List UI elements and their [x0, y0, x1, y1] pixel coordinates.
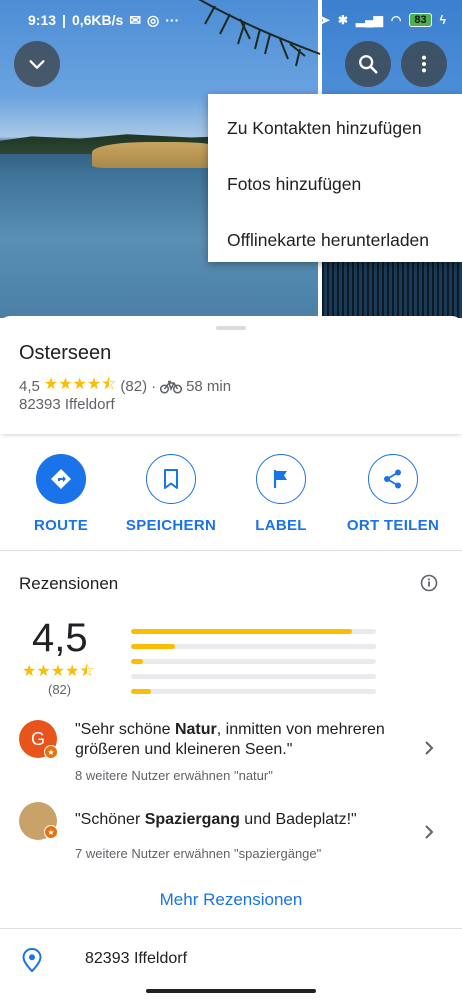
place-title: Osterseen [19, 342, 112, 364]
menu-item-download-offline-map[interactable]: Offlinekarte herunterladen [208, 212, 462, 268]
battery-icon: 83 [409, 13, 432, 27]
rating-bar-4 [131, 644, 376, 649]
more-options-button[interactable] [401, 41, 447, 87]
reviews-heading: Rezensionen [19, 574, 119, 593]
rating-bar-3 [131, 659, 376, 664]
location-pin-icon [22, 948, 42, 972]
review-highlight: Spaziergang [144, 811, 240, 828]
bike-icon [160, 380, 183, 394]
status-time: 9:13 [28, 12, 57, 28]
collapse-button[interactable] [14, 41, 60, 87]
review-text: "Sehr schöne Natur, inmitten von mehrere… [75, 720, 405, 760]
charging-icon: ϟ [439, 13, 446, 27]
menu-item-add-to-contacts[interactable]: Zu Kontakten hinzufügen [208, 100, 462, 156]
action-bar: ROUTE SPEICHERN LABEL ORT TEILEN [0, 454, 462, 550]
avatar-letter: G [30, 728, 45, 749]
rating-distribution[interactable] [131, 629, 376, 704]
bluetooth-icon: ✱ [337, 13, 348, 27]
chevron-down-icon [29, 60, 45, 69]
review-text-start: "Sehr schöne [75, 721, 175, 738]
more-vert-icon [421, 55, 427, 73]
bookmark-icon [164, 469, 178, 489]
local-guide-badge-icon: ★ [44, 825, 58, 839]
local-guide-badge-icon: ★ [44, 745, 58, 759]
save-button[interactable]: SPEICHERN [116, 454, 226, 534]
review-text-end: und Badeplatz!" [239, 811, 357, 828]
dark-reeds-decoration [322, 260, 462, 318]
review-mentions: 8 weitere Nutzer erwähnen "natur" [75, 768, 273, 783]
share-place-label: ORT TEILEN [346, 517, 440, 534]
route-icon-ring [36, 454, 86, 504]
signal-icon: ▂▄▆ [355, 13, 383, 27]
search-button[interactable] [345, 41, 391, 87]
place-header[interactable]: Osterseen 4,5 ★★★★⯪ (82) · 58 min 82393 … [0, 316, 462, 434]
review-highlight: Natur [174, 721, 217, 738]
status-separator: | [62, 12, 66, 28]
place-review-count: (82) [120, 378, 148, 395]
sync-icon: ◎ [147, 11, 160, 28]
rating-bar-fill [131, 629, 352, 634]
route-button[interactable]: ROUTE [6, 454, 116, 534]
share-place-button[interactable]: ORT TEILEN [338, 454, 448, 534]
chevron-right-icon[interactable] [422, 740, 436, 756]
mail-icon: ✉ [129, 11, 142, 28]
place-rating: 4,5 [19, 378, 40, 395]
rating-bar-fill [131, 659, 144, 664]
label-icon-ring [256, 454, 306, 504]
review-snippet[interactable]: G ★ "Sehr schöne Natur, inmitten von meh… [0, 718, 462, 788]
label-button[interactable]: LABEL [226, 454, 336, 534]
status-bar: 9:13 | 0,6KB/s ✉ ◎ ··· ➤ ✱ ▂▄▆ ◠ 83 ϟ [0, 0, 462, 40]
gesture-nav-bar[interactable] [146, 989, 316, 993]
summary-rating: 4,5 [32, 616, 88, 660]
review-snippet[interactable]: ★ "Schöner Spaziergang und Badeplatz!" 7… [0, 800, 462, 864]
review-mentions: 7 weitere Nutzer erwähnen "spaziergänge" [75, 846, 322, 861]
travel-time: 58 min [186, 378, 232, 395]
review-text: "Schöner Spaziergang und Badeplatz!" [75, 810, 405, 830]
place-sheet: Osterseen 4,5 ★★★★⯪ (82) · 58 min 82393 … [0, 316, 462, 1000]
location-icon: ➤ [319, 13, 330, 27]
summary-review-count: (82) [48, 682, 72, 697]
divider [0, 928, 462, 929]
wifi-icon: ◠ [390, 13, 402, 27]
rating-bar-1 [131, 689, 376, 694]
save-label: SPEICHERN [125, 517, 217, 534]
address-text: 82393 Iffeldorf [85, 950, 188, 967]
overflow-menu: Zu Kontakten hinzufügen Fotos hinzufügen… [208, 94, 462, 262]
more-notifications-icon: ··· [165, 12, 180, 28]
flag-icon [273, 470, 287, 488]
menu-item-add-photos[interactable]: Fotos hinzufügen [208, 156, 462, 212]
route-label: ROUTE [34, 517, 88, 534]
search-icon [359, 55, 378, 74]
address-row[interactable]: 82393 Iffeldorf [0, 930, 462, 986]
rating-bar-fill [131, 689, 151, 694]
review-text-start: "Schöner [75, 811, 145, 828]
directions-icon [51, 469, 71, 489]
share-icon-ring [368, 454, 418, 504]
more-reviews-link[interactable]: Mehr Rezensionen [0, 890, 462, 910]
share-icon [384, 469, 401, 489]
info-icon[interactable] [420, 574, 438, 592]
separator-dot: · [151, 378, 157, 395]
rating-bar-5 [131, 629, 376, 634]
rating-bar-2 [131, 674, 376, 679]
label-label: LABEL [255, 517, 307, 534]
save-icon-ring [146, 454, 196, 504]
drag-handle[interactable] [216, 326, 246, 330]
divider [0, 550, 462, 551]
chevron-right-icon[interactable] [422, 824, 436, 840]
rating-bar-fill [131, 644, 176, 649]
place-address: 82393 Iffeldorf [19, 396, 115, 413]
status-network-speed: 0,6KB/s [71, 12, 124, 28]
